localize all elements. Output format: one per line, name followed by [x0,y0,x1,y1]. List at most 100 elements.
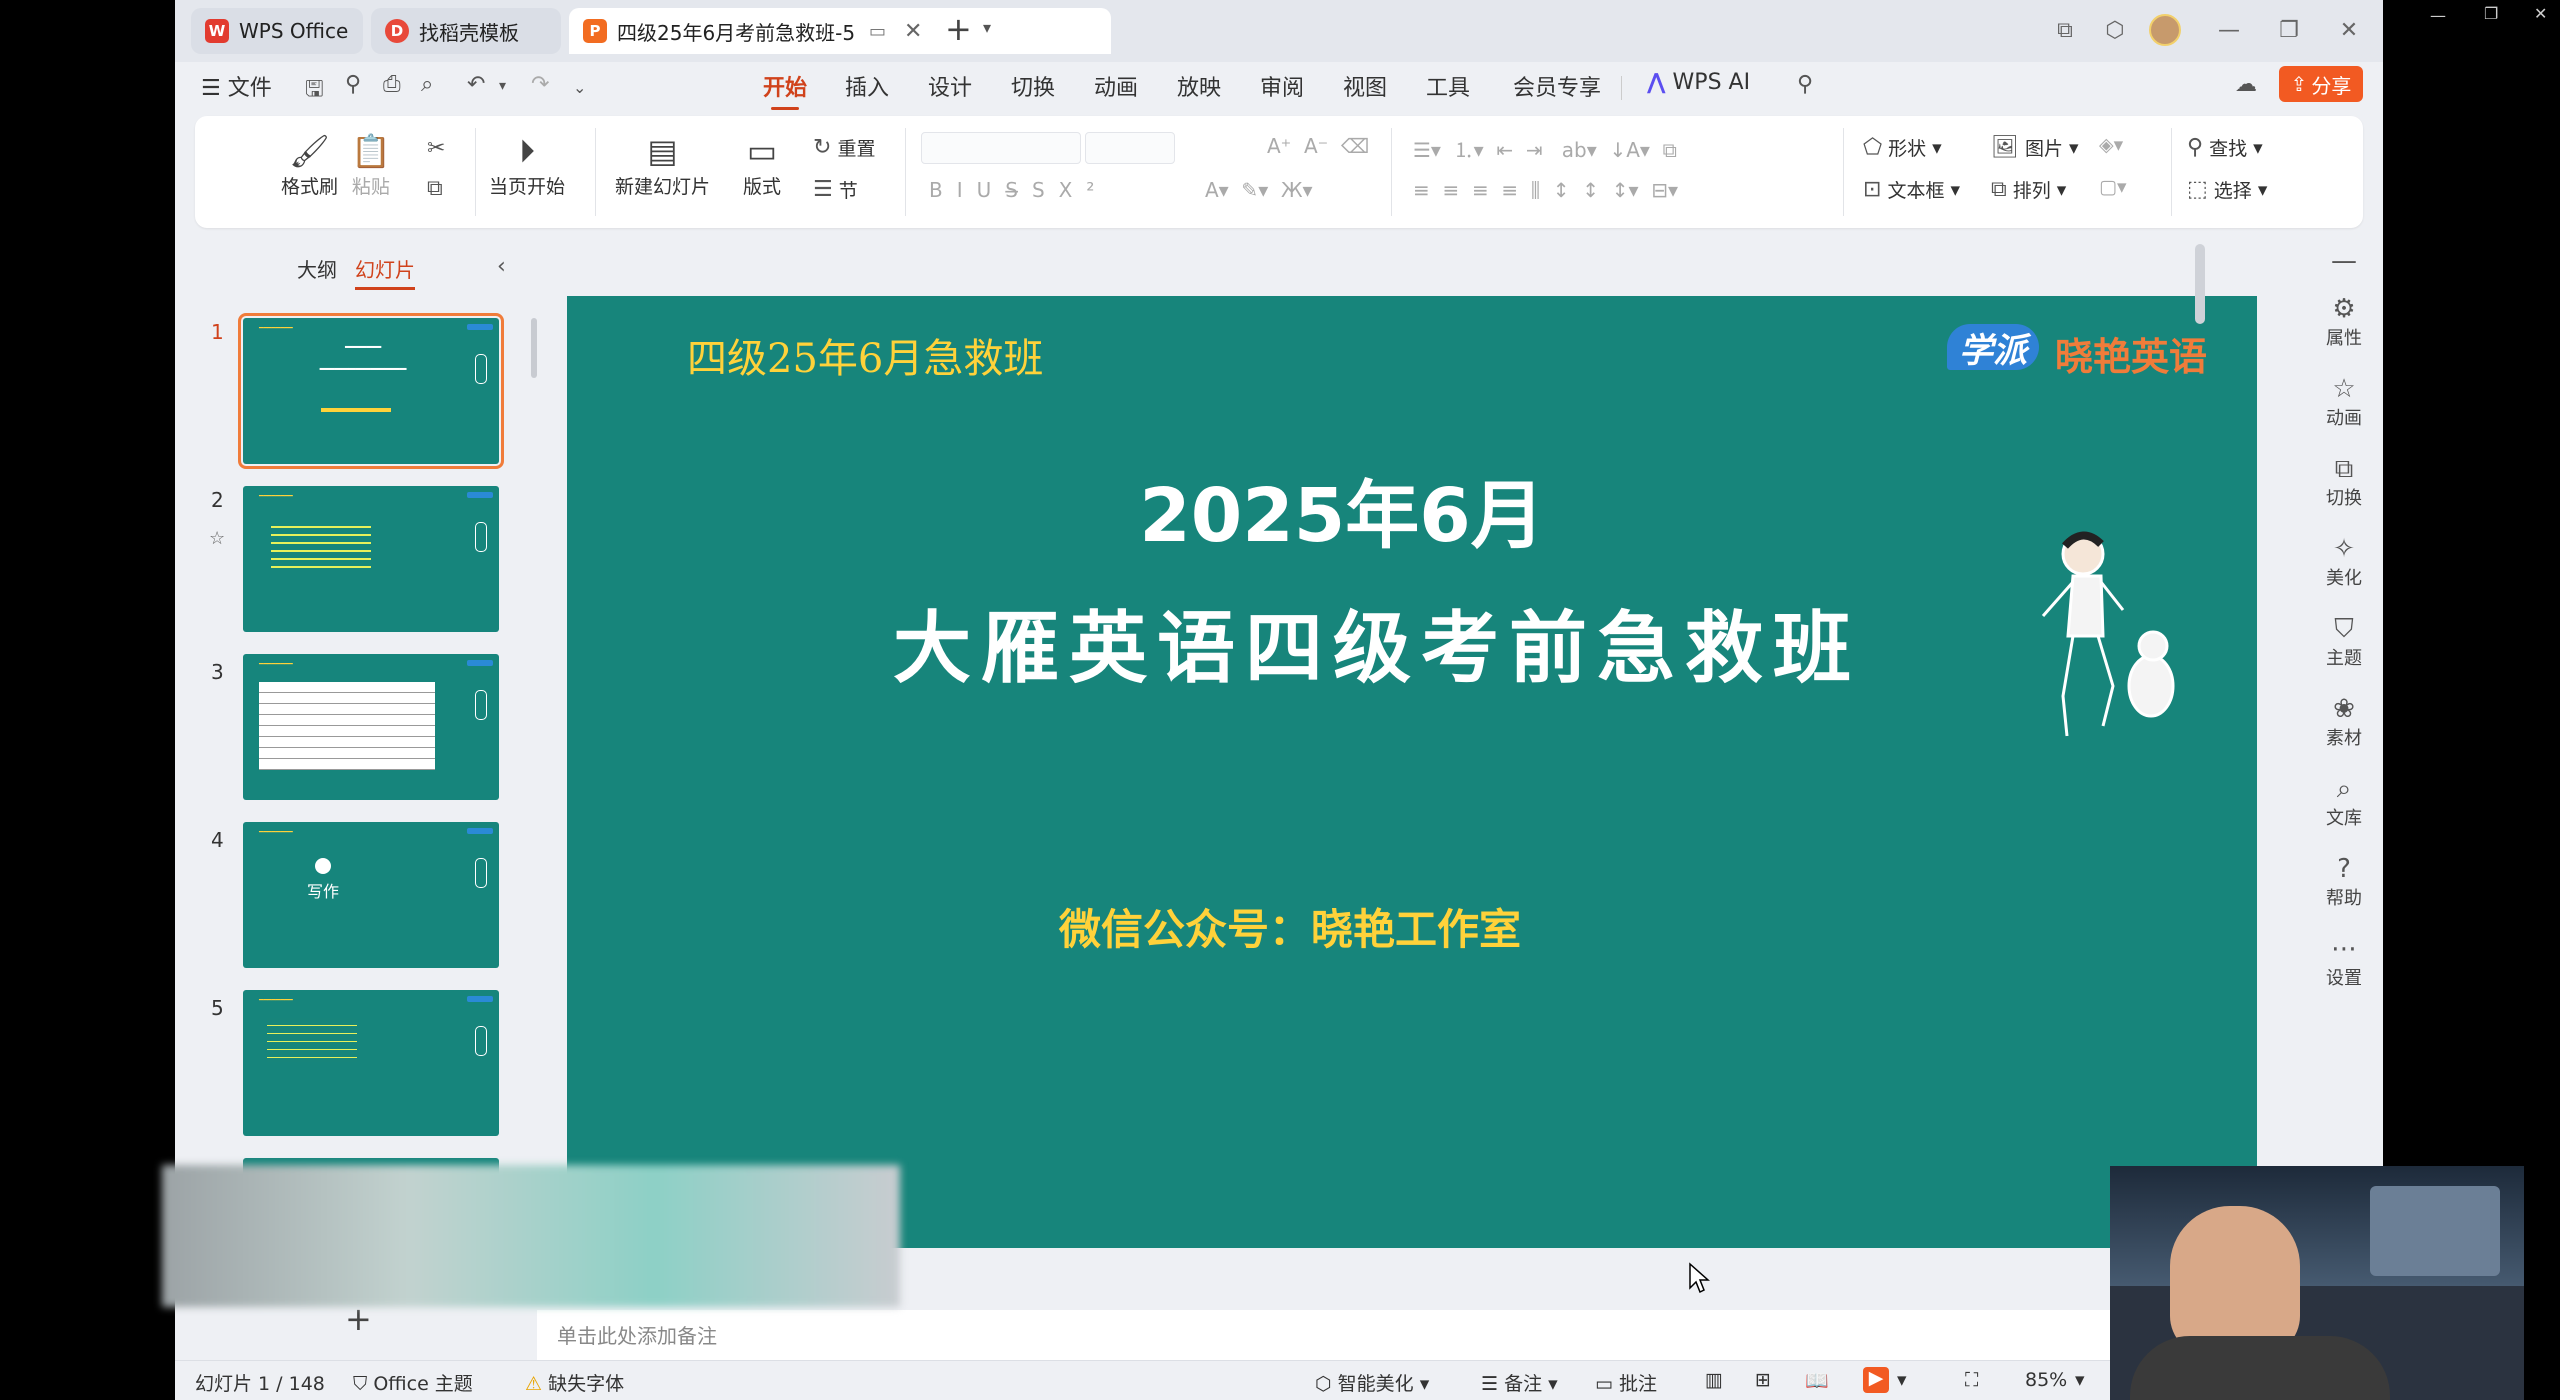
screen-minimize-icon[interactable]: — [2430,6,2446,25]
notes-icon: ☰ [1481,1373,1499,1395]
arrange-button[interactable]: ⧉ 排列 ▾ [1991,176,2066,203]
copy-icon[interactable]: ⧉ [427,176,449,201]
play-slideshow-icon[interactable]: ▶ [1863,1367,1889,1393]
pin-icon[interactable]: ⚲ [345,72,361,97]
panel-scrollbar[interactable] [531,318,537,378]
collapse-panel-icon[interactable]: ‹ [497,254,506,279]
new-tab-icon[interactable]: + [945,10,972,48]
slide-thumbnail-4[interactable]: ━━━━━━━━ 写作 [243,822,499,968]
fill-icon[interactable]: ◈▾ [2099,134,2123,156]
menu-design[interactable]: 设计 [928,70,972,102]
tab-wps-office[interactable]: W WPS Office [191,8,363,54]
close-window-icon[interactable]: ✕ [2329,10,2369,50]
zoom-chevron-icon[interactable]: ▾ [2075,1369,2085,1391]
restore-icon[interactable]: ❐ [2269,10,2309,50]
sidebar-collapse-icon[interactable]: — [2305,246,2383,276]
wps-ai-button[interactable]: ⋀ WPS AI [1647,70,1750,95]
menu-view[interactable]: 视图 [1343,70,1387,102]
menu-tools[interactable]: 工具 [1426,70,1470,102]
section-button[interactable]: ☰ 节 [813,176,858,203]
missing-font-button[interactable]: ⚠ 缺失字体 [525,1369,624,1396]
cloud-upload-icon[interactable]: ☁ [2235,72,2257,97]
undo-icon[interactable]: ↶ [467,72,485,97]
play-current-button[interactable]: ⏵ 当页开始 [489,132,565,199]
menu-insert[interactable]: 插入 [845,70,889,102]
menu-slideshow[interactable]: 放映 [1177,70,1221,102]
print-preview-icon[interactable]: ⌕ [421,72,433,97]
notes-toggle[interactable]: ☰ 备注 ▾ [1481,1369,1558,1396]
redo-icon[interactable]: ↷ [531,72,549,97]
sidebar-item-properties[interactable]: ⚙ 属性 [2305,294,2383,350]
reset-button[interactable]: ↻ 重置 [813,134,875,161]
print-icon[interactable]: ⎙ [383,72,401,97]
slide-thumbnail-5[interactable]: ━━━━━━━━ [243,990,499,1136]
notes-area[interactable]: 单击此处添加备注 [537,1310,2237,1360]
layout-button[interactable]: ▭ 版式 [743,132,781,199]
avatar[interactable] [2145,10,2185,50]
share-button[interactable]: ⇪ 分享 [2279,66,2363,102]
sidebar-item-theme[interactable]: ⛉ 主题 [2305,614,2383,670]
tab-outline[interactable]: 大纲 [297,254,337,283]
select-button[interactable]: ⬚ 选择 ▾ [2187,176,2267,203]
sidebar-item-transition[interactable]: ⧉ 切换 [2305,454,2383,510]
tab-slides[interactable]: 幻灯片 [355,254,415,290]
textbox-button[interactable]: ⊡ 文本框 ▾ [1863,176,1960,203]
font-color-icons[interactable]: A▾ ✎▾ Ж▾ [1205,178,1313,202]
list-icons[interactable]: ☰▾ ⒈▾ ⇤ ⇥ ab▾ ↓A▾ ⧉ [1413,134,1677,163]
menu-review[interactable]: 审阅 [1260,70,1304,102]
canvas-scrollbar[interactable] [2195,244,2205,324]
slide-thumbnail-3[interactable]: ━━━━━━━━ [243,654,499,800]
minimize-icon[interactable]: — [2209,10,2249,50]
sidebar-item-help[interactable]: ? 帮助 [2305,854,2383,910]
cut-icon[interactable]: ✂ [427,136,451,161]
screen-restore-icon[interactable]: ❐ [2484,4,2498,23]
save-icon[interactable]: 🖫 [305,72,324,110]
menu-transition[interactable]: 切换 [1011,70,1055,102]
close-tab-icon[interactable]: ✕ [904,19,922,44]
font-size-select[interactable] [1085,132,1175,164]
tab-list-chevron-icon[interactable]: ▾ [983,18,991,37]
menu-home[interactable]: 开始 [763,70,807,110]
shape-button[interactable]: ⬠ 形状 ▾ [1863,134,1942,161]
sidebar-item-beautify[interactable]: ✧ 美化 [2305,534,2383,590]
theme-button[interactable]: ⛉ Office 主题 [353,1369,473,1396]
play-chevron-icon[interactable]: ▾ [1897,1369,1907,1391]
format-painter-button[interactable]: 🖌 格式刷 [281,132,338,199]
screen-close-icon[interactable]: ✕ [2534,4,2547,23]
slide-canvas[interactable]: 四级25年6月急救班 学派 晓艳英语 2025年6月 大雁英语四级考前急救班 微… [567,296,2257,1248]
fit-window-icon[interactable]: ⛶ [1965,1369,1978,1391]
smart-beautify-button[interactable]: ⬡ 智能美化 ▾ [1315,1369,1429,1396]
reading-view-icon[interactable]: 📖 [1805,1369,1829,1392]
slide-thumbnail-1[interactable]: ━━━━━━━━ ━━━━━ ━━━━━━━━━━━━ [238,313,504,469]
cube-icon[interactable]: ⬡ [2095,10,2135,50]
sidebar-item-settings[interactable]: ⋯ 设置 [2305,934,2383,990]
slide-thumbnail-2[interactable]: ━━━━━━━━ [243,486,499,632]
normal-view-icon[interactable]: ▥ [1705,1369,1723,1391]
paste-button[interactable]: 📋 粘贴 [351,132,391,199]
zoom-level[interactable]: 85% [2025,1369,2067,1391]
font-tools-icons[interactable]: A⁺ A⁻ ⌫ [1267,134,1369,158]
align-icons[interactable]: ≡ ≡ ≡ ≡ ⫼ ↕ ↕ ↕▾ ⊟▾ [1413,178,1678,202]
grid-view-icon[interactable]: ⊞ [1755,1369,1771,1391]
sidebar-item-animation[interactable]: ☆ 动画 [2305,374,2383,430]
search-icon[interactable]: ⚲ [1797,72,1813,97]
find-button[interactable]: ⚲ 查找 ▾ [2187,134,2263,161]
star-icon[interactable]: ☆ [209,528,225,549]
more-chevron-icon[interactable]: ⌄ [573,78,586,97]
menu-animation[interactable]: 动画 [1094,70,1138,102]
undo-chevron-icon[interactable]: ▾ [499,78,506,94]
file-menu[interactable]: ☰ 文件 [201,70,272,102]
comments-toggle[interactable]: ▭ 批注 [1595,1369,1657,1396]
window-switch-icon[interactable]: ⧉ [2045,10,2085,50]
text-style-icons[interactable]: BIUS̶SX² [929,178,1108,202]
monitor-icon[interactable]: ▭ [869,21,886,42]
sidebar-item-materials[interactable]: ❀ 素材 [2305,694,2383,750]
tab-docer[interactable]: D 找稻壳模板 [371,8,561,54]
tab-presentation[interactable]: P 四级25年6月考前急救班-5. ▭ ✕ [569,8,1111,54]
outline-icon[interactable]: ▢▾ [2099,176,2127,198]
sidebar-item-library[interactable]: ⌕ 文库 [2305,774,2383,830]
picture-button[interactable]: 🖼 图片 ▾ [1991,134,2079,161]
new-slide-button[interactable]: ▤ 新建幻灯片 [615,132,710,199]
menu-member[interactable]: 会员专享 [1513,70,1601,102]
font-name-select[interactable] [921,132,1081,164]
